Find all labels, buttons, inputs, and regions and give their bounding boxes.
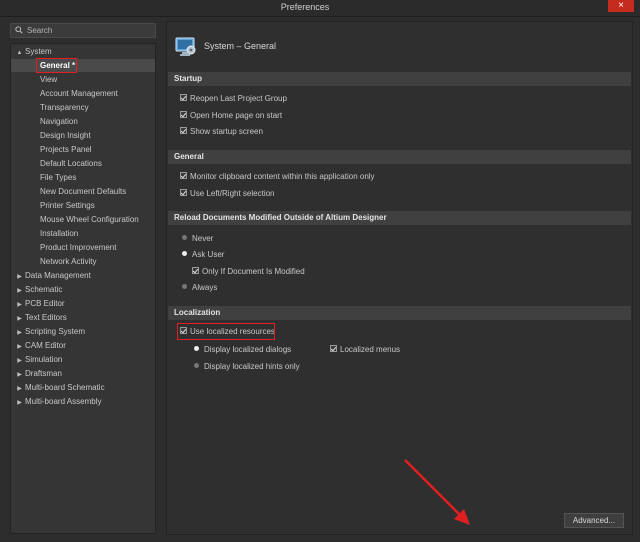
tree-item-label: Scripting System bbox=[25, 327, 86, 336]
checkbox-checked-icon[interactable] bbox=[330, 345, 337, 353]
tree-item-view[interactable]: View bbox=[40, 73, 57, 86]
checkbox-label: Open Home page on start bbox=[190, 111, 283, 120]
radio-label: Display localized dialogs bbox=[204, 345, 292, 354]
tree-item-product-improvement[interactable]: Product Improvement bbox=[40, 241, 116, 254]
window-title: Preferences bbox=[280, 2, 330, 12]
section-header-reload: Reload Documents Modified Outside of Alt… bbox=[168, 211, 631, 225]
reopen-last-project-checkbox[interactable]: Reopen Last Project Group bbox=[180, 93, 287, 105]
tree-item-multi-board-assembly[interactable]: ▶ Multi-board Assembly bbox=[14, 395, 101, 408]
tree-item-simulation[interactable]: ▶ Simulation bbox=[14, 353, 62, 366]
search-input[interactable]: Search bbox=[27, 26, 52, 35]
search-box[interactable]: Search bbox=[10, 23, 156, 38]
advanced-button[interactable]: Advanced... bbox=[564, 513, 624, 528]
annotation-arrow-icon bbox=[404, 459, 470, 525]
radio-label: Always bbox=[192, 283, 218, 292]
checkbox-label: Use Left/Right selection bbox=[190, 189, 275, 198]
checkbox-checked-icon[interactable] bbox=[192, 267, 199, 275]
show-startup-screen-checkbox[interactable]: Show startup screen bbox=[180, 126, 263, 138]
section-header-startup: Startup bbox=[168, 72, 631, 86]
radio-label: Ask User bbox=[192, 250, 225, 259]
checkbox-checked-icon[interactable] bbox=[180, 111, 187, 119]
display-localized-hints-radio[interactable]: Display localized hints only bbox=[194, 361, 300, 373]
tree-item-file-types[interactable]: File Types bbox=[40, 171, 76, 184]
left-panel: Search ▲ System General * View Account Ma… bbox=[10, 21, 157, 535]
radio-label: Display localized hints only bbox=[204, 362, 300, 371]
tree-item-label: Draftsman bbox=[25, 369, 62, 378]
tree-item-label: Data Management bbox=[25, 271, 91, 280]
display-localized-dialogs-radio[interactable]: Display localized dialogs bbox=[194, 344, 291, 356]
tree-item-general[interactable]: General * bbox=[11, 59, 155, 72]
section-header-general: General bbox=[168, 150, 631, 164]
tree-item-label: Text Editors bbox=[25, 313, 67, 322]
tree-item-navigation[interactable]: Navigation bbox=[40, 115, 78, 128]
section-header-localization: Localization bbox=[168, 306, 631, 320]
radio-on-icon[interactable] bbox=[182, 251, 187, 257]
tree-item-label: CAM Editor bbox=[25, 341, 66, 350]
annotation-highlight-localized bbox=[177, 323, 275, 340]
tree-item-multi-board-schematic[interactable]: ▶ Multi-board Schematic bbox=[14, 381, 105, 394]
tree-item-label: System bbox=[25, 47, 52, 56]
checkbox-label: Only If Document Is Modified bbox=[202, 267, 305, 276]
checkbox-checked-icon[interactable] bbox=[180, 94, 187, 102]
checkbox-checked-icon[interactable] bbox=[180, 127, 187, 135]
tree-item-draftsman[interactable]: ▶ Draftsman bbox=[14, 367, 62, 380]
tree-item-system[interactable]: ▲ System bbox=[14, 45, 52, 58]
checkbox-label: Show startup screen bbox=[190, 127, 263, 136]
localized-menus-checkbox[interactable]: Localized menus bbox=[330, 344, 400, 356]
tree-item-network-activity[interactable]: Network Activity bbox=[40, 255, 96, 268]
checkbox-checked-icon[interactable] bbox=[180, 172, 187, 180]
tree-item-text-editors[interactable]: ▶ Text Editors bbox=[14, 311, 67, 324]
tree-item-label: Simulation bbox=[25, 355, 63, 364]
checkbox-label: Reopen Last Project Group bbox=[190, 94, 287, 103]
tree-item-cam-editor[interactable]: ▶ CAM Editor bbox=[14, 339, 66, 352]
checkbox-checked-icon[interactable] bbox=[180, 189, 187, 197]
tree-item-mouse-wheel-configuration[interactable]: Mouse Wheel Configuration bbox=[40, 213, 139, 226]
tree-item-pcb-editor[interactable]: ▶ PCB Editor bbox=[14, 297, 65, 310]
annotation-highlight-general bbox=[36, 58, 77, 73]
tree-item-scripting-system[interactable]: ▶ Scripting System bbox=[14, 325, 85, 338]
tree-item-design-insight[interactable]: Design Insight bbox=[40, 129, 91, 142]
tree-item-label: Multi-board Assembly bbox=[25, 397, 102, 406]
checkbox-label: Monitor clipboard content within this ap… bbox=[190, 172, 375, 181]
reload-ask-user-radio[interactable]: Ask User bbox=[182, 249, 224, 261]
tree-item-label: PCB Editor bbox=[25, 299, 65, 308]
radio-label: Never bbox=[192, 234, 214, 243]
open-home-page-checkbox[interactable]: Open Home page on start bbox=[180, 110, 282, 122]
radio-off-icon[interactable] bbox=[182, 284, 187, 290]
close-button[interactable]: × bbox=[608, 0, 634, 12]
tree-item-label: Schematic bbox=[25, 285, 63, 294]
tree-item-projects-panel[interactable]: Projects Panel bbox=[40, 143, 92, 156]
left-right-selection-checkbox[interactable]: Use Left/Right selection bbox=[180, 188, 275, 200]
tree-item-schematic[interactable]: ▶ Schematic bbox=[14, 283, 62, 296]
title-bar: Preferences × bbox=[0, 0, 640, 17]
tree-item-transparency[interactable]: Transparency bbox=[40, 101, 89, 114]
only-if-modified-checkbox[interactable]: Only If Document Is Modified bbox=[192, 266, 305, 278]
search-icon bbox=[15, 26, 23, 34]
tree-item-label: Multi-board Schematic bbox=[25, 383, 105, 392]
checkbox-label: Localized menus bbox=[340, 345, 401, 354]
tree-item-installation[interactable]: Installation bbox=[40, 227, 78, 240]
tree-item-data-management[interactable]: ▶ Data Management bbox=[14, 269, 91, 282]
radio-off-icon[interactable] bbox=[182, 235, 187, 241]
page-title: System – General bbox=[204, 41, 277, 51]
tree-item-account-management[interactable]: Account Management bbox=[40, 87, 118, 100]
system-settings-icon bbox=[175, 37, 196, 56]
tree-item-printer-settings[interactable]: Printer Settings bbox=[40, 199, 95, 212]
collapsed-arrow-icon[interactable]: ▶ bbox=[14, 397, 25, 410]
tree-item-default-locations[interactable]: Default Locations bbox=[40, 157, 102, 170]
radio-on-icon[interactable] bbox=[194, 346, 199, 352]
tree-item-new-document-defaults[interactable]: New Document Defaults bbox=[40, 185, 126, 198]
preferences-tree: ▲ System General * View Account Managemen… bbox=[10, 43, 156, 534]
radio-off-icon[interactable] bbox=[194, 363, 199, 369]
reload-never-radio[interactable]: Never bbox=[182, 233, 213, 245]
monitor-clipboard-checkbox[interactable]: Monitor clipboard content within this ap… bbox=[180, 171, 375, 183]
reload-always-radio[interactable]: Always bbox=[182, 282, 217, 294]
